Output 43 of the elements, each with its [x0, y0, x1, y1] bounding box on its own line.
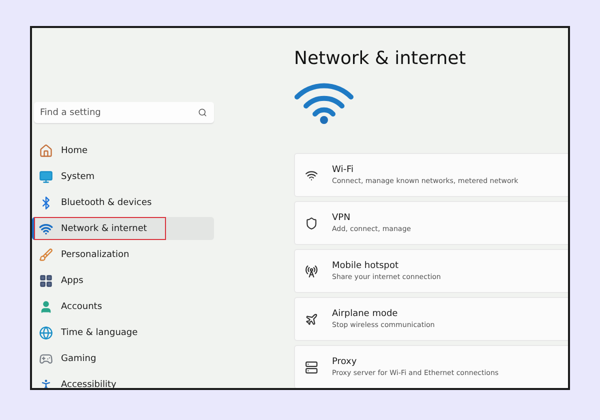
- card-title: Airplane mode: [332, 309, 399, 319]
- wifi-icon: [294, 81, 354, 125]
- nav-label: Home: [61, 146, 88, 156]
- card-title: Proxy: [332, 357, 358, 367]
- brush-icon: [39, 248, 53, 262]
- nav-item[interactable]: Accessibility: [32, 373, 214, 388]
- nav-item[interactable]: System: [32, 165, 214, 188]
- wifi-icon: [305, 168, 318, 182]
- grid-icon: [39, 274, 53, 288]
- nav-item[interactable]: Gaming: [32, 347, 214, 370]
- nav-label: Network & internet: [61, 224, 147, 234]
- nav-item[interactable]: Personalization: [32, 243, 214, 266]
- person-icon: [39, 300, 53, 314]
- page-title: Network & internet: [294, 48, 467, 69]
- nav-item[interactable]: Bluetooth & devices: [32, 191, 214, 214]
- nav-label: Accounts: [61, 302, 102, 312]
- search-icon: [198, 108, 207, 117]
- globe-icon: [39, 326, 53, 340]
- card-title: VPN: [332, 213, 352, 223]
- gamepad-icon: [39, 352, 53, 366]
- nav-item[interactable]: Home: [32, 139, 214, 162]
- search-field[interactable]: Find a setting: [34, 102, 214, 123]
- monitor-icon: [39, 170, 53, 184]
- house-icon: [39, 144, 53, 158]
- nav-item[interactable]: Apps: [32, 269, 214, 292]
- nav-label: Time & language: [61, 328, 138, 338]
- person-icon: [39, 378, 53, 388]
- card-title: Wi-Fi: [332, 165, 354, 175]
- nav-item[interactable]: Network & internet: [32, 217, 214, 240]
- nav-item[interactable]: Accounts: [32, 295, 214, 318]
- antenna-icon: [305, 264, 318, 278]
- nav-label: Gaming: [61, 354, 96, 364]
- nav-label: Personalization: [61, 250, 130, 260]
- nav-label: Apps: [61, 276, 84, 286]
- shield-icon: [305, 216, 318, 230]
- nav-label: Bluetooth & devices: [61, 198, 152, 208]
- airplane-icon: [305, 312, 318, 326]
- nav-item[interactable]: Time & language: [32, 321, 214, 344]
- card-title: Mobile hotspot: [332, 261, 400, 271]
- nav-label: System: [61, 172, 95, 182]
- nav-label: Accessibility: [61, 380, 116, 388]
- wifi-icon: [39, 222, 53, 236]
- server-icon: [305, 360, 318, 374]
